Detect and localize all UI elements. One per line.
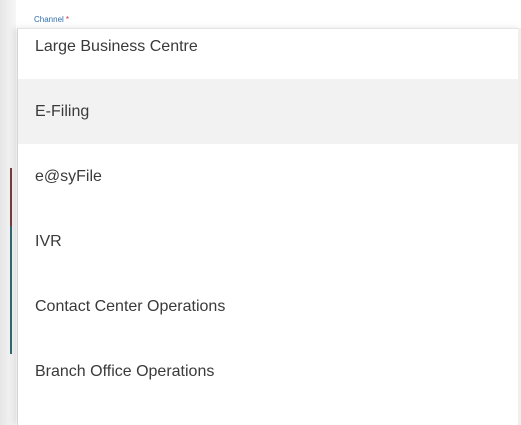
dropdown-option-easyfile[interactable]: e@syFile bbox=[18, 144, 521, 209]
dropdown-option-contact-center-operations[interactable]: Contact Center Operations bbox=[18, 274, 521, 339]
channel-field-underline bbox=[17, 28, 521, 29]
dropdown-option-large-business-centre[interactable]: Large Business Centre bbox=[18, 14, 521, 79]
option-label: Contact Center Operations bbox=[35, 297, 226, 315]
channel-field-label: Channel * bbox=[34, 15, 69, 25]
required-marker: * bbox=[65, 15, 69, 24]
option-label: Branch Office Operations bbox=[35, 362, 215, 380]
channel-label-text: Channel bbox=[34, 15, 64, 24]
option-label: E-Filing bbox=[35, 102, 90, 120]
background-accent-teal bbox=[10, 226, 12, 354]
dropdown-option-ivr[interactable]: IVR bbox=[18, 209, 521, 274]
option-label: Large Business Centre bbox=[35, 37, 198, 55]
channel-dropdown-menu: Large Business Centre E-Filing e@syFile … bbox=[17, 28, 521, 425]
dropdown-option-branch-office-operations[interactable]: Branch Office Operations bbox=[18, 339, 521, 404]
option-label: IVR bbox=[35, 232, 62, 250]
channel-select-page: Channel * Large Business Centre E-Filing … bbox=[0, 0, 521, 425]
option-label: e@syFile bbox=[35, 167, 102, 185]
background-page-edge bbox=[0, 0, 16, 425]
dropdown-option-e-filing[interactable]: E-Filing bbox=[18, 79, 521, 144]
background-accent-red bbox=[10, 168, 12, 226]
